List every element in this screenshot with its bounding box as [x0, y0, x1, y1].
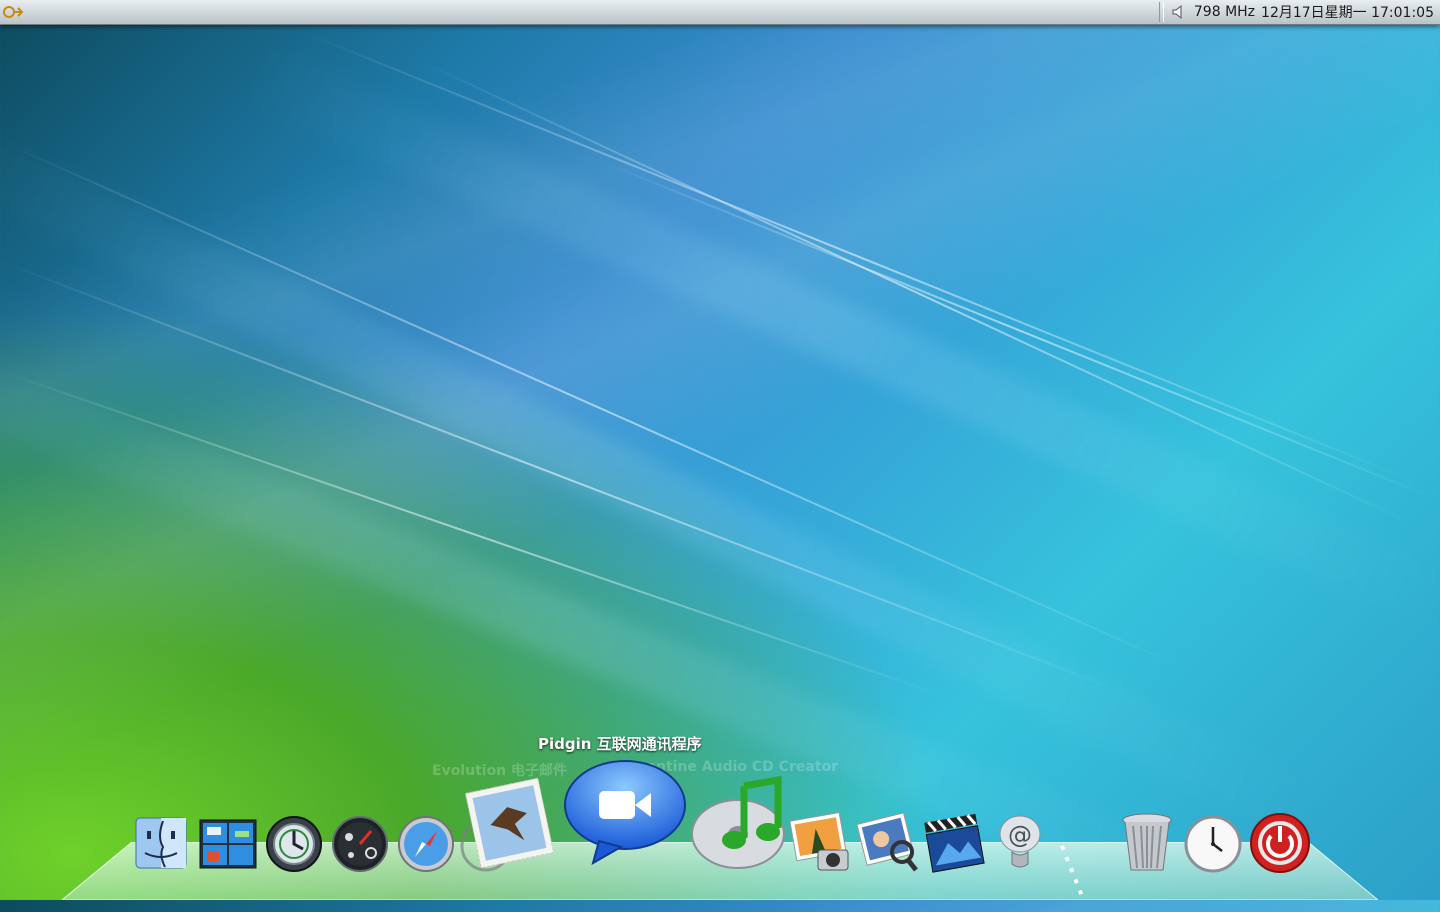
main-menu-icon[interactable] [2, 2, 24, 22]
clock-datetime[interactable]: 12月17日星期一 17:01:05 [1261, 2, 1434, 22]
dock-tooltip: Pidgin 互联网通讯程序 [538, 735, 702, 753]
finder-icon[interactable] [132, 814, 190, 872]
speaker-icon[interactable] [1170, 3, 1188, 21]
mail-stamp-icon[interactable] [458, 776, 554, 872]
wallpaper-light-streak [0, 123, 1312, 835]
wallpaper-line [0, 140, 1189, 671]
wallpaper-line [599, 160, 1435, 500]
ichat-icon[interactable] [558, 756, 690, 868]
image-viewer-icon[interactable] [856, 812, 920, 874]
shutdown-icon[interactable] [1248, 812, 1312, 874]
cpu-frequency[interactable]: 798 MHz [1194, 4, 1255, 20]
itunes-icon[interactable] [690, 776, 786, 872]
wallpaper-light-streak [237, 42, 1440, 627]
safari-icon[interactable] [396, 814, 456, 874]
iphoto-icon[interactable] [790, 812, 854, 874]
time-machine-icon[interactable] [264, 814, 324, 874]
wallpaper-line [419, 60, 1418, 527]
clock-icon[interactable] [1184, 814, 1242, 874]
trash-icon[interactable] [1118, 812, 1176, 874]
tray-separator [1158, 2, 1164, 22]
workspace-switcher-icon[interactable] [198, 818, 258, 870]
svg-text:@: @ [1008, 821, 1032, 849]
email-at-icon[interactable]: @ [992, 812, 1048, 874]
top-panel: 798 MHz 12月17日星期一 17:01:05 [0, 0, 1440, 25]
imovie-icon[interactable] [922, 812, 986, 874]
wallpaper-line [299, 30, 1413, 482]
wallpaper-line [0, 370, 946, 698]
wallpaper-line [0, 260, 1121, 692]
dashboard-icon[interactable] [330, 814, 390, 874]
system-tray: 798 MHz 12月17日星期一 17:01:05 [1158, 0, 1434, 24]
